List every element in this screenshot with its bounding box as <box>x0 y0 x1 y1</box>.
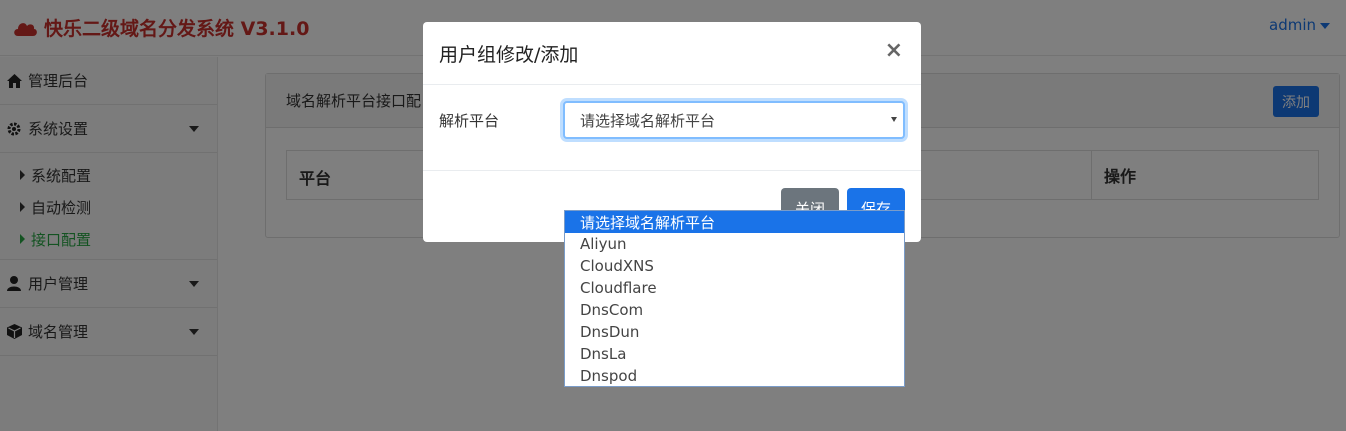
platform-select[interactable]: 请选择域名解析平台 <box>563 101 905 139</box>
chevron-down-icon <box>891 117 897 122</box>
close-icon[interactable]: × <box>885 40 903 62</box>
user-group-modal: 用户组修改/添加 × 解析平台 请选择域名解析平台 关闭 保存 <box>423 22 921 242</box>
modal-title: 用户组修改/添加 <box>439 43 579 66</box>
dropdown-option[interactable]: DnsCom <box>565 299 904 321</box>
dropdown-option[interactable]: Aliyun <box>565 233 904 255</box>
dropdown-option[interactable]: Dnspod <box>565 365 904 387</box>
dropdown-option[interactable]: 请选择域名解析平台 <box>565 211 904 233</box>
dropdown-option[interactable]: CloudXNS <box>565 255 904 277</box>
dropdown-option[interactable]: Cloudflare <box>565 277 904 299</box>
dropdown-option[interactable]: DnsLa <box>565 343 904 365</box>
platform-dropdown-list: 请选择域名解析平台 Aliyun CloudXNS Cloudflare Dns… <box>564 210 905 387</box>
platform-select-value: 请选择域名解析平台 <box>580 111 716 130</box>
platform-field-label: 解析平台 <box>439 112 500 130</box>
dropdown-option[interactable]: DnsDun <box>565 321 904 343</box>
modal-header: 用户组修改/添加 <box>423 22 921 85</box>
